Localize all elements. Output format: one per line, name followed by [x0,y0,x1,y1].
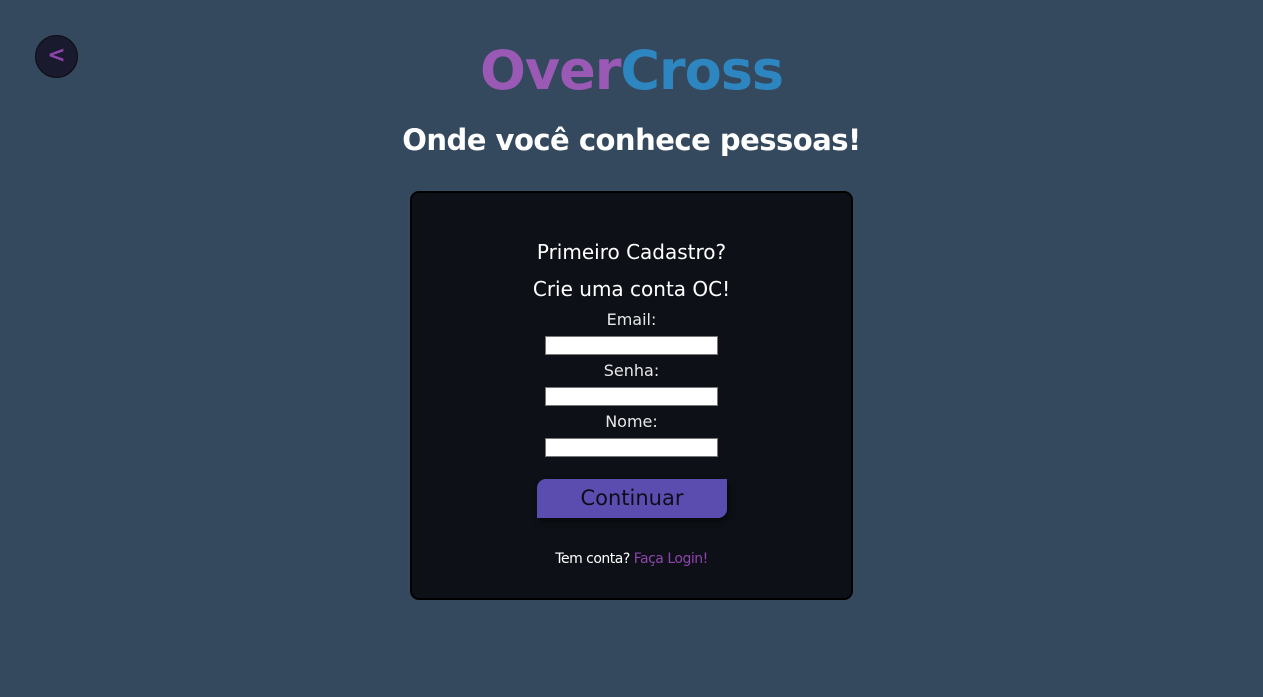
password-field[interactable] [545,387,718,406]
has-account-text: Tem conta? [555,551,630,567]
logo-part-cross: Cross [620,39,784,102]
password-label: Senha: [603,361,660,380]
login-prompt: Tem conta? Faça Login! [412,549,851,569]
signup-card: Primeiro Cadastro? Crie uma conta OC! Em… [410,191,853,600]
login-link[interactable]: Faça Login! [634,551,708,567]
card-title: Primeiro Cadastro? [536,240,727,264]
logo-part-over: Over [479,39,621,102]
name-field[interactable] [545,438,718,457]
email-label: Email: [606,310,657,329]
continue-button[interactable]: Continuar [537,479,727,518]
tagline: Onde você conhece pessoas! [402,123,861,157]
card-subtitle: Crie uma conta OC! [532,277,731,301]
email-field[interactable] [545,336,718,355]
name-label: Nome: [605,412,658,431]
logo: OverCross [0,38,1263,104]
